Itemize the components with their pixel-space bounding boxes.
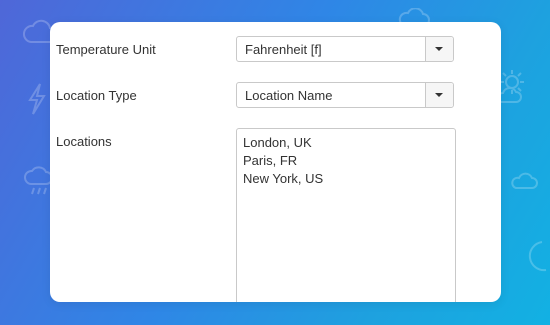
caret-down-icon: [435, 93, 443, 97]
location-line: Paris, FR: [243, 153, 298, 168]
cloud-moon-icon: [510, 168, 540, 192]
temperature-unit-select[interactable]: Fahrenheit [f]: [236, 36, 454, 62]
location-line: London, UK: [243, 135, 312, 150]
location-type-select[interactable]: Location Name: [236, 82, 454, 108]
temperature-unit-value: Fahrenheit [f]: [245, 42, 322, 57]
settings-panel: Temperature Unit Fahrenheit [f] Location…: [50, 22, 501, 302]
location-line: New York, US: [243, 171, 324, 186]
location-type-label: Location Type: [56, 88, 137, 103]
caret-down-icon: [435, 47, 443, 51]
cloud-lightning-icon: [26, 82, 48, 116]
locations-label: Locations: [56, 134, 112, 149]
location-type-dropdown-button[interactable]: [425, 83, 453, 107]
location-type-value: Location Name: [245, 88, 333, 103]
temperature-unit-dropdown-button[interactable]: [425, 37, 453, 61]
locations-textarea[interactable]: London, UK Paris, FR New York, US: [236, 128, 456, 302]
temperature-unit-label: Temperature Unit: [56, 42, 156, 57]
moon-icon: [524, 240, 548, 274]
